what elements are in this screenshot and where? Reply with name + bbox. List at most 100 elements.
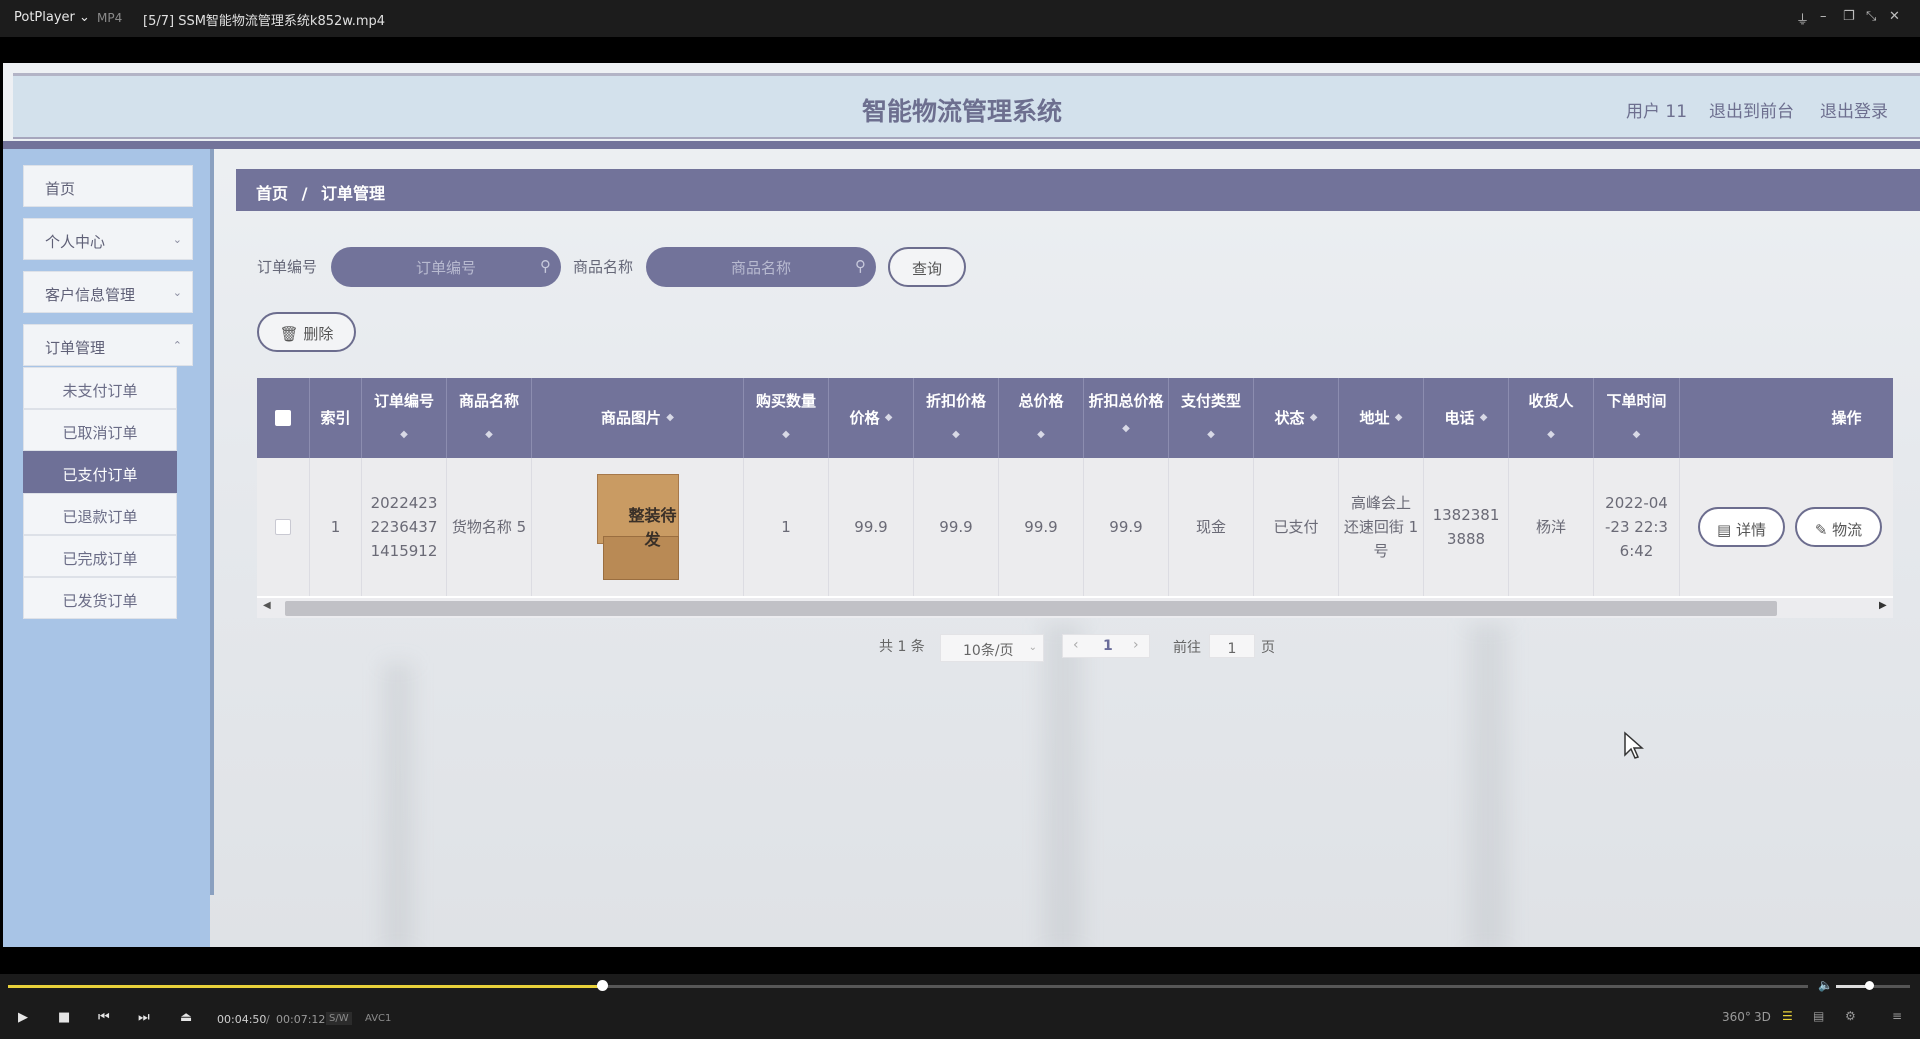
column-header-product[interactable]: 商品名称 ◆ <box>447 378 532 458</box>
subtitle-icon[interactable]: ▤ <box>1813 1009 1824 1023</box>
player-app-menu[interactable]: PotPlayer ⌄ <box>14 10 90 25</box>
chevron-down-icon: ⌄ <box>1028 642 1037 653</box>
page-size-value: 10条/页 <box>963 643 1014 659</box>
breadcrumb-home[interactable]: 首页 <box>256 184 288 203</box>
cell-price: 99.9 <box>829 458 914 596</box>
background-shape <box>1468 623 1508 947</box>
minimize-button[interactable]: – <box>1820 9 1827 24</box>
column-header-receiver[interactable]: 收货人 ◆ <box>1509 378 1594 458</box>
column-header-price[interactable]: 价格 ◆ <box>829 378 914 458</box>
column-header-address[interactable]: 地址 ◆ <box>1339 378 1424 458</box>
order-no-label: 订单编号 <box>257 258 318 276</box>
row-checkbox[interactable] <box>275 519 291 535</box>
playlist-search-icon[interactable]: ☰ <box>1782 1009 1793 1023</box>
row-select-cell[interactable] <box>257 458 310 596</box>
prev-page-icon[interactable]: ‹ <box>1073 637 1079 653</box>
previous-icon[interactable]: ⏮ <box>98 1010 110 1025</box>
product-name-search-input[interactable]: 商品名称 ⚲ <box>646 247 876 287</box>
cell-pay-type: 现金 <box>1169 458 1254 596</box>
sort-icon: ◆ <box>1122 423 1130 434</box>
header-select-all[interactable] <box>257 378 310 458</box>
detail-button[interactable]: ▤ 详情 <box>1698 507 1785 547</box>
volume-icon[interactable]: 🔈 <box>1818 978 1833 992</box>
column-header-pay-type[interactable]: 支付类型 ◆ <box>1169 378 1254 458</box>
sidebar-item-customer-info[interactable]: 客户信息管理 ⌄ <box>23 271 193 313</box>
3d-icon[interactable]: 3D <box>1754 1010 1771 1024</box>
cell-image: 整装待发 <box>532 458 744 596</box>
close-button[interactable]: ✕ <box>1889 9 1900 24</box>
play-icon[interactable]: ▶ <box>18 1010 28 1025</box>
sidebar-item-personal-center[interactable]: 个人中心 ⌄ <box>23 218 193 260</box>
vr-360-icon[interactable]: 360° <box>1722 1010 1751 1024</box>
product-image[interactable]: 整装待发 <box>596 474 679 580</box>
current-page[interactable]: 1 <box>1103 638 1113 654</box>
scroll-left-arrow-icon[interactable]: ◀ <box>263 600 271 611</box>
sort-icon: ◆ <box>1309 412 1318 423</box>
column-header-index: 索引 <box>310 378 362 458</box>
player-title-bar: PotPlayer ⌄ MP4 [5/7] SSM智能物流管理系统k852w.m… <box>0 0 1920 37</box>
user-label[interactable]: 用户 11 <box>1626 97 1687 122</box>
breadcrumb-separator: / <box>301 184 308 203</box>
next-page-icon[interactable]: › <box>1133 637 1139 653</box>
query-button[interactable]: 查询 <box>888 247 966 287</box>
column-header-status[interactable]: 状态 ◆ <box>1254 378 1339 458</box>
settings-icon[interactable]: ⚙ <box>1845 1009 1856 1023</box>
sort-icon: ◆ <box>884 412 893 423</box>
submenu-cancelled-orders[interactable]: 已取消订单 <box>23 409 177 451</box>
next-icon[interactable]: ⏭ <box>138 1010 150 1025</box>
column-header-disc-total[interactable]: 折扣总价格 ◆ <box>1084 378 1169 458</box>
submenu-unpaid-orders[interactable]: 未支付订单 <box>23 367 177 409</box>
orders-table: 索引 订单编号 ◆ 商品名称 ◆ 商品图片 ◆ 购买数量 ◆ 价格 ◆ 折扣价格 ◆ 总… <box>257 378 1893 608</box>
column-header-image[interactable]: 商品图片 ◆ <box>532 378 744 458</box>
cell-product: 货物名称 5 <box>447 458 532 596</box>
stop-icon[interactable]: ■ <box>58 1010 70 1025</box>
submenu-completed-orders[interactable]: 已完成订单 <box>23 535 177 577</box>
seek-handle[interactable] <box>597 980 608 991</box>
cell-actions: ▤ 详情 ✎ 物流 <box>1680 458 1893 596</box>
menu-icon[interactable]: ≡ <box>1892 1009 1902 1023</box>
select-all-checkbox[interactable] <box>275 410 291 426</box>
column-header-qty[interactable]: 购买数量 ◆ <box>744 378 829 458</box>
submenu-shipped-orders[interactable]: 已发货订单 <box>23 577 177 619</box>
sidebar-item-home[interactable]: 首页 <box>23 165 193 207</box>
sidebar-scrollbar[interactable] <box>210 149 214 895</box>
column-header-phone[interactable]: 电话 ◆ <box>1424 378 1509 458</box>
page-size-select[interactable]: 10条/页 ⌄ <box>940 634 1044 662</box>
logistics-button[interactable]: ✎ 物流 <box>1795 507 1882 547</box>
submenu-paid-orders[interactable]: 已支付订单 <box>23 451 177 493</box>
edit-icon: ✎ <box>1814 521 1828 539</box>
table-horizontal-scrollbar[interactable]: ◀ ▶ <box>257 598 1893 618</box>
sidebar-item-label: 客户信息管理 <box>45 286 136 304</box>
cell-order-time: 2022-04 -23 22:3 6:42 <box>1594 458 1680 596</box>
delete-button[interactable]: 🗑 删除 <box>257 312 356 352</box>
scrollbar-thumb[interactable] <box>285 601 1777 616</box>
logistics-button-label: 物流 <box>1832 521 1863 539</box>
chevron-up-icon: ⌃ <box>172 339 182 352</box>
order-no-search-input[interactable]: 订单编号 ⚲ <box>331 247 561 287</box>
pin-icon[interactable]: ⏚ <box>1796 9 1809 28</box>
exit-to-front-link[interactable]: 退出到前台 <box>1709 97 1794 122</box>
pager: ‹ 1 › <box>1062 634 1150 658</box>
column-header-order-no[interactable]: 订单编号 ◆ <box>362 378 447 458</box>
total-time: 00:07:12 <box>276 1013 326 1026</box>
scroll-right-arrow-icon[interactable]: ▶ <box>1879 600 1887 611</box>
file-title: [5/7] SSM智能物流管理系统k852w.mp4 <box>143 14 386 29</box>
logout-link[interactable]: 退出登录 <box>1820 97 1888 122</box>
column-header-disc-price[interactable]: 折扣价格 ◆ <box>914 378 999 458</box>
render-mode-tag[interactable]: S/W <box>326 1012 352 1025</box>
box-label: 整装待发 <box>628 506 677 549</box>
restore-button[interactable]: ❐ <box>1843 9 1855 24</box>
column-header-total[interactable]: 总价格 ◆ <box>999 378 1084 458</box>
sort-icon: ◆ <box>782 429 790 440</box>
column-header-order-time[interactable]: 下单时间 ◆ <box>1594 378 1680 458</box>
sidebar-item-label: 首页 <box>45 180 76 198</box>
fullscreen-button[interactable]: ⤡ <box>1866 9 1876 24</box>
page-unit-label: 页 <box>1261 640 1275 656</box>
cell-receiver: 杨洋 <box>1509 458 1594 596</box>
breadcrumb-current: 订单管理 <box>321 184 386 203</box>
codec-tag[interactable]: AVC1 <box>362 1012 394 1025</box>
goto-page-input[interactable]: 1 <box>1209 634 1255 658</box>
sidebar-item-order-management[interactable]: 订单管理 ⌃ <box>23 324 193 366</box>
eject-icon[interactable]: ⏏ <box>180 1010 192 1025</box>
submenu-refunded-orders[interactable]: 已退款订单 <box>23 493 177 535</box>
